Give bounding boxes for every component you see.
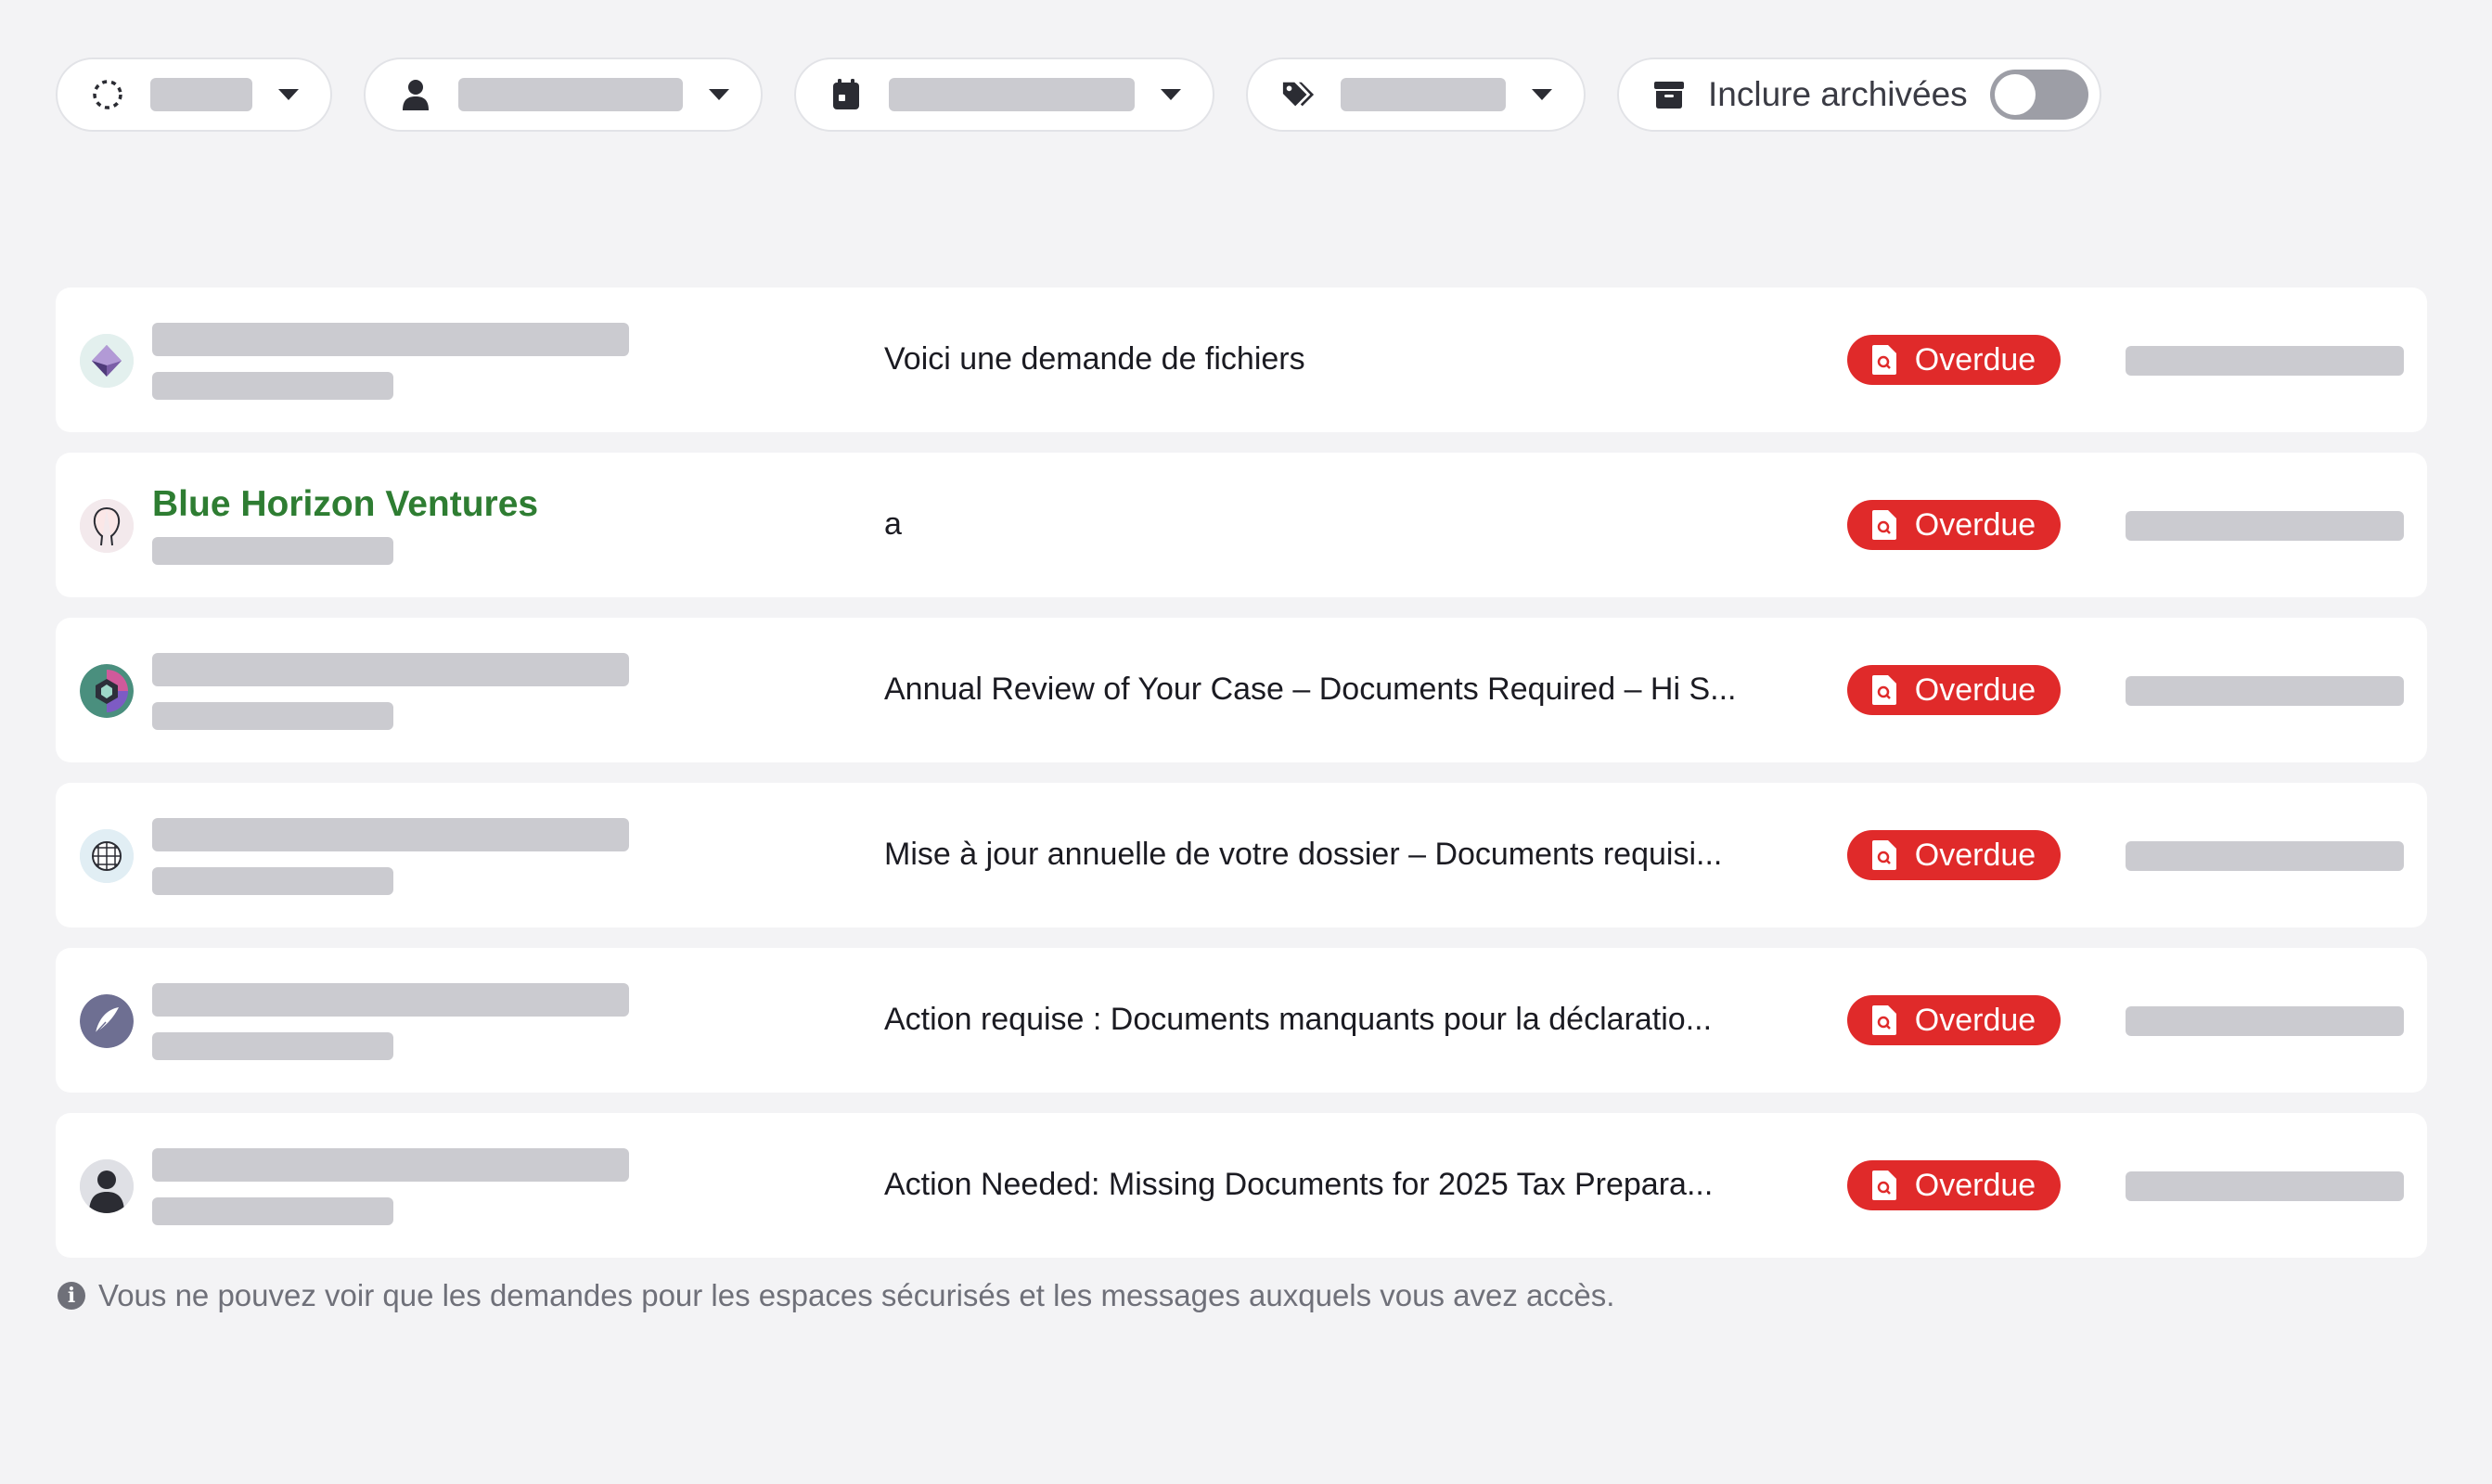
file-search-icon xyxy=(1871,345,1896,375)
tags-icon xyxy=(1281,78,1315,111)
person-silhouette-avatar-icon xyxy=(80,1159,134,1213)
status-filter-placeholder xyxy=(150,78,252,111)
file-search-icon xyxy=(1871,840,1896,870)
date-placeholder xyxy=(2126,841,2404,871)
status-label: Overdue xyxy=(1914,506,2036,543)
chevron-down-icon xyxy=(709,89,729,100)
include-archived-toggle[interactable] xyxy=(1989,70,2088,120)
status-label: Overdue xyxy=(1914,672,2036,708)
request-row[interactable]: Blue Horizon Ventures a Overdue xyxy=(56,453,2427,597)
request-row[interactable]: Voici une demande de fichiers Overdue xyxy=(56,288,2427,432)
org-name-placeholder xyxy=(152,653,629,686)
user-icon xyxy=(399,78,432,111)
date-placeholder xyxy=(2126,511,2404,541)
status-badge: Overdue xyxy=(1847,995,2061,1045)
status-label: Overdue xyxy=(1914,341,2036,377)
date-filter[interactable] xyxy=(794,58,1214,132)
request-row[interactable]: Action Needed: Missing Documents for 202… xyxy=(56,1113,2427,1258)
filter-bar: Inclure archivées xyxy=(56,58,2101,132)
assignee-filter[interactable] xyxy=(364,58,763,132)
status-badge: Overdue xyxy=(1847,500,2061,550)
date-placeholder xyxy=(2126,1171,2404,1201)
request-row[interactable]: Action requise : Documents manquants pou… xyxy=(56,948,2427,1093)
file-search-icon xyxy=(1871,675,1896,705)
access-info-text: Vous ne pouvez voir que les demandes pou… xyxy=(98,1278,1615,1312)
file-search-icon xyxy=(1871,510,1896,540)
file-search-icon xyxy=(1871,1005,1896,1035)
org-name-placeholder xyxy=(152,983,629,1017)
info-icon: i xyxy=(58,1282,85,1310)
assignee-filter-placeholder xyxy=(458,78,683,111)
date-placeholder xyxy=(2126,1006,2404,1036)
chevron-down-icon xyxy=(1161,89,1181,100)
date-placeholder xyxy=(2126,346,2404,376)
chevron-down-icon xyxy=(278,89,299,100)
request-row[interactable]: Mise à jour annuelle de votre dossier – … xyxy=(56,783,2427,928)
access-info-note: i Vous ne pouvez voir que les demandes p… xyxy=(58,1278,1614,1313)
request-subject: a xyxy=(884,506,902,542)
request-row[interactable]: Annual Review of Your Case – Documents R… xyxy=(56,618,2427,762)
requests-page: Inclure archivées Voici une demande de f… xyxy=(0,0,2492,1484)
request-subject: Action requise : Documents manquants pou… xyxy=(884,1002,1713,1037)
org-name-placeholder xyxy=(152,1148,629,1182)
file-search-icon xyxy=(1871,1171,1896,1200)
archive-box-icon xyxy=(1652,78,1686,111)
status-badge: Overdue xyxy=(1847,830,2061,880)
request-subject: Annual Review of Your Case – Documents R… xyxy=(884,672,1737,707)
status-badge: Overdue xyxy=(1847,1160,2061,1210)
org-name-placeholder xyxy=(152,323,629,356)
purple-diamond-logo-icon xyxy=(80,334,134,388)
date-placeholder xyxy=(2126,676,2404,706)
request-subject: Voici une demande de fichiers xyxy=(884,341,1305,377)
request-subject: Mise à jour annuelle de votre dossier – … xyxy=(884,837,1723,872)
request-list: Voici une demande de fichiers Overdue Bl… xyxy=(56,288,2427,1278)
org-subtitle-placeholder xyxy=(152,537,393,565)
calendar-icon xyxy=(829,78,863,111)
face-outline-avatar-icon xyxy=(80,499,134,553)
org-name-placeholder xyxy=(152,818,629,851)
lattice-globe-logo-icon xyxy=(80,829,134,883)
org-name[interactable]: Blue Horizon Ventures xyxy=(152,484,538,525)
tags-filter-placeholder xyxy=(1341,78,1506,111)
org-subtitle-placeholder xyxy=(152,1032,393,1060)
include-archived-filter: Inclure archivées xyxy=(1617,58,2101,132)
status-filter[interactable] xyxy=(56,58,332,132)
org-subtitle-placeholder xyxy=(152,372,393,400)
org-subtitle-placeholder xyxy=(152,867,393,895)
status-label: Overdue xyxy=(1914,837,2036,873)
status-badge: Overdue xyxy=(1847,665,2061,715)
tags-filter[interactable] xyxy=(1246,58,1586,132)
toggle-knob xyxy=(1994,74,2036,115)
status-badge: Overdue xyxy=(1847,335,2061,385)
feather-pen-logo-icon xyxy=(80,994,134,1048)
date-filter-placeholder xyxy=(889,78,1135,111)
org-subtitle-placeholder xyxy=(152,1197,393,1225)
chevron-down-icon xyxy=(1532,89,1552,100)
status-label: Overdue xyxy=(1914,1002,2036,1038)
include-archived-label: Inclure archivées xyxy=(1708,75,1968,113)
dashed-circle-icon xyxy=(91,78,124,111)
org-subtitle-placeholder xyxy=(152,702,393,730)
request-subject: Action Needed: Missing Documents for 202… xyxy=(884,1167,1714,1202)
status-label: Overdue xyxy=(1914,1167,2036,1203)
gradient-hexagon-logo-icon xyxy=(80,664,134,718)
